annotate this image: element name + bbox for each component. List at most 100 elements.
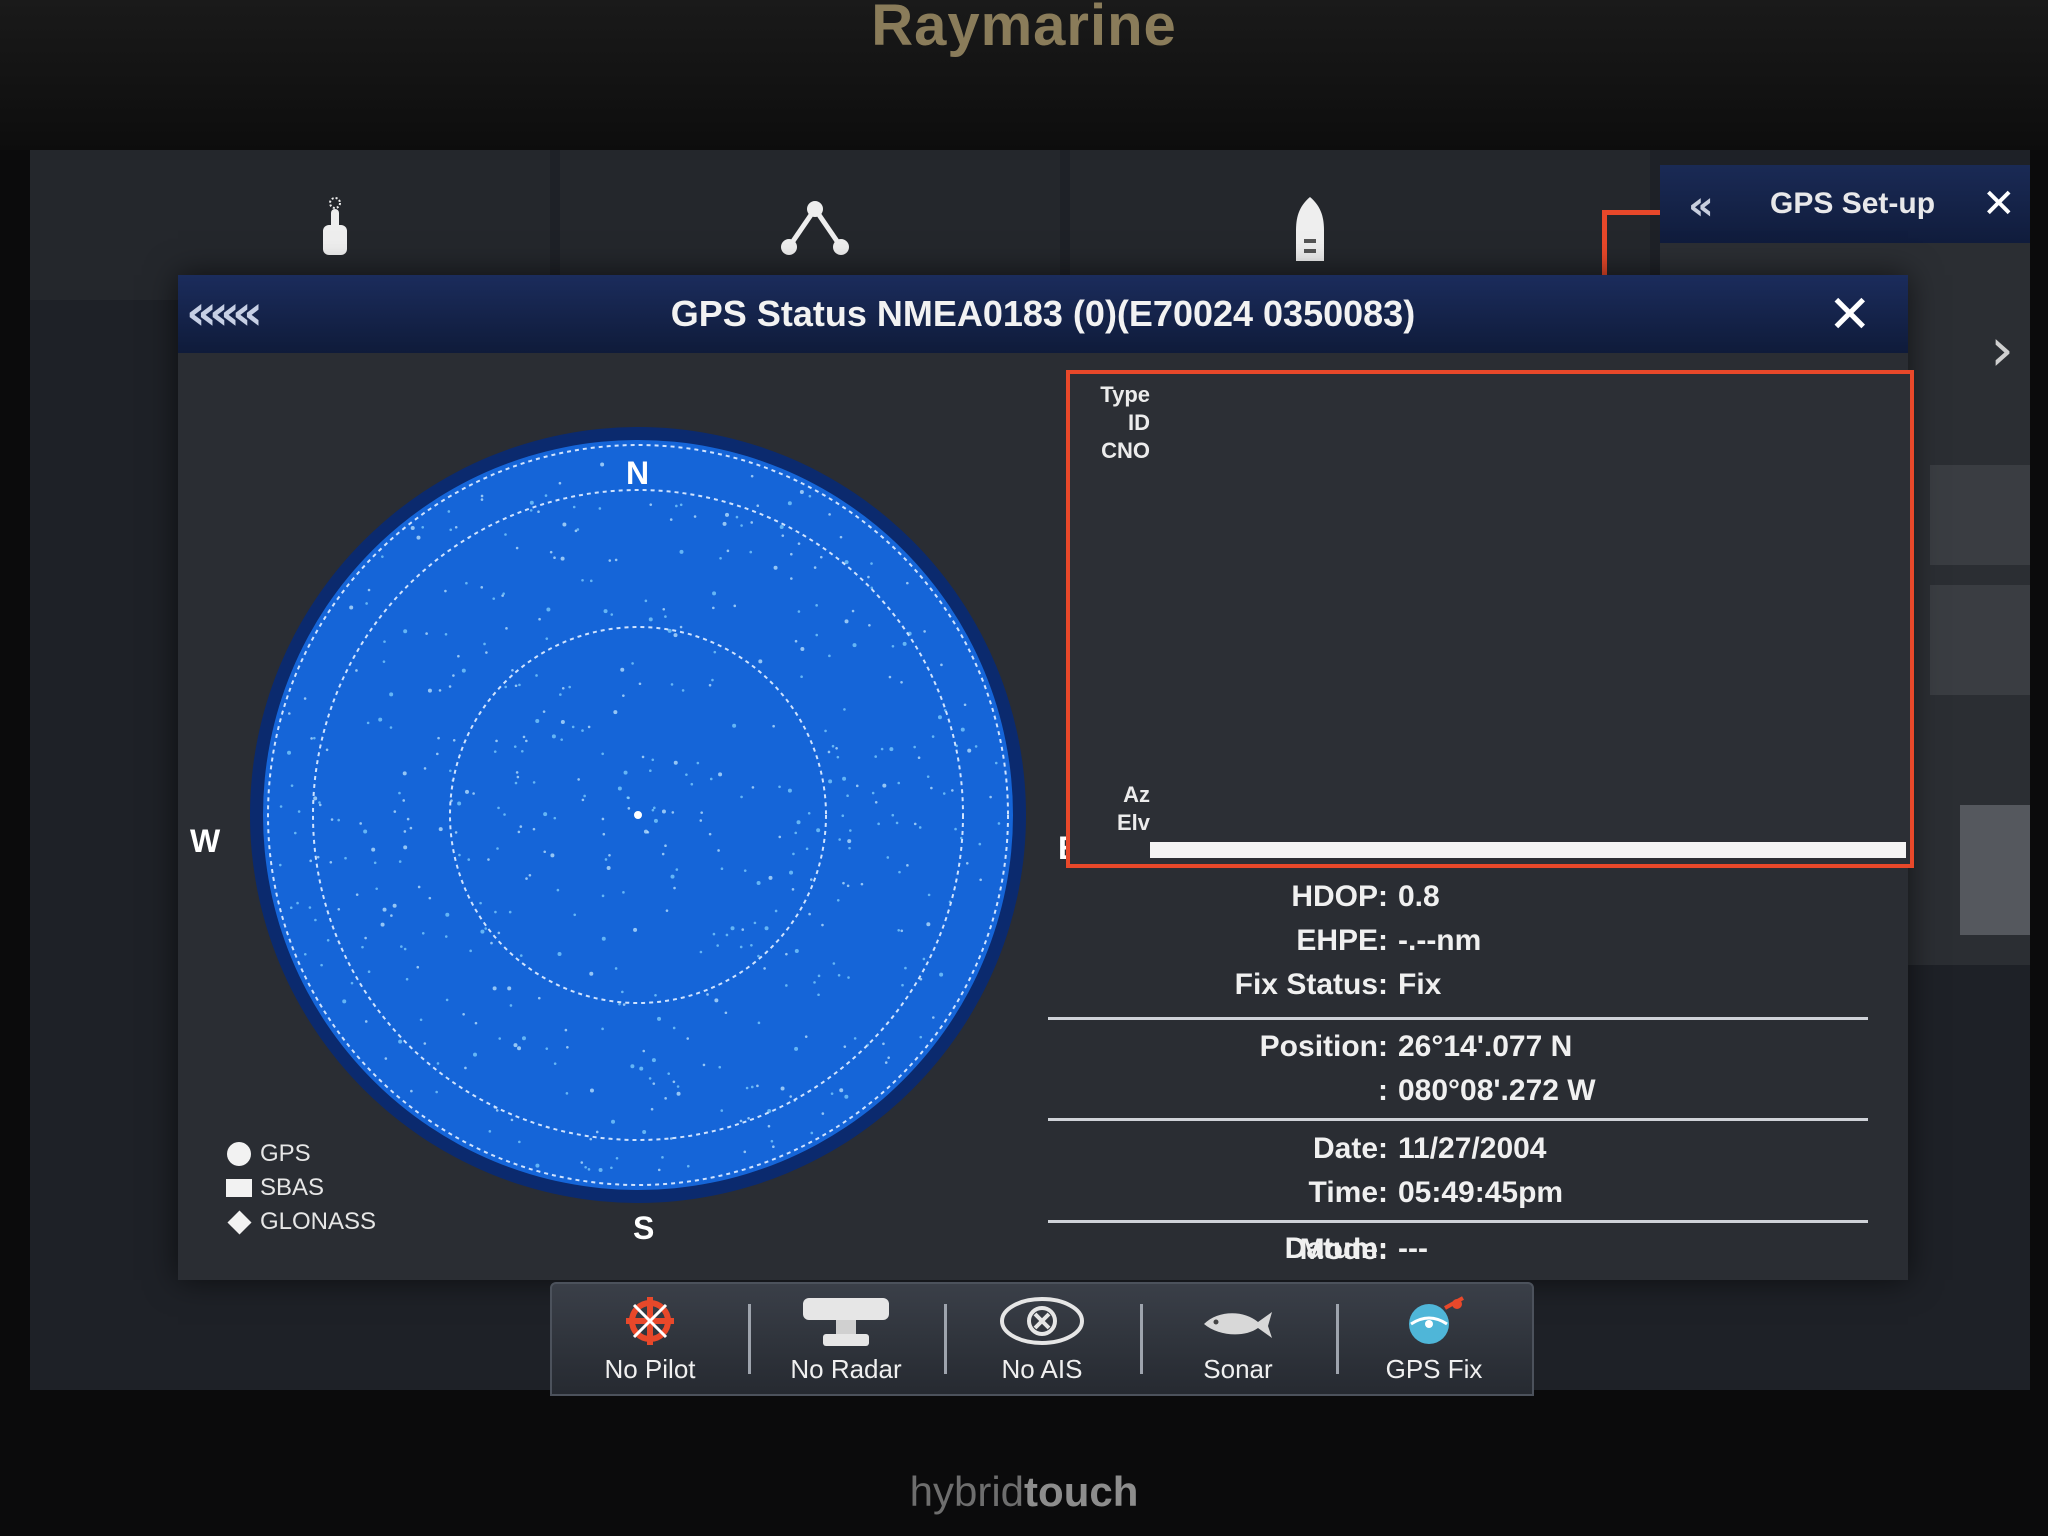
- back-chevrons-icon[interactable]: «: [1688, 183, 1714, 229]
- noise-dot: [490, 941, 493, 945]
- noise-dot: [313, 736, 316, 740]
- noise-dot: [589, 971, 594, 976]
- noise-dot: [462, 1012, 465, 1016]
- noise-dot: [511, 668, 514, 672]
- noise-dot: [824, 729, 827, 733]
- noise-dot: [699, 950, 703, 954]
- noise-dot: [794, 1046, 799, 1051]
- signal-strength-chart[interactable]: Type ID CNO Az Elv: [1066, 370, 1914, 868]
- noise-dot: [797, 542, 801, 545]
- noise-dot: [718, 1065, 722, 1069]
- route-icon[interactable]: [775, 195, 855, 265]
- no-ais-button[interactable]: No AIS: [944, 1284, 1140, 1394]
- noise-dot: [638, 682, 642, 686]
- noise-dot: [874, 801, 878, 804]
- noise-dot: [562, 522, 567, 527]
- noise-dot: [686, 1164, 690, 1168]
- noise-dot: [342, 999, 347, 1004]
- noise-dot: [880, 747, 884, 751]
- noise-dot: [913, 822, 917, 826]
- noise-dot: [550, 853, 555, 858]
- noise-dot: [403, 830, 407, 833]
- noise-dot: [739, 945, 743, 949]
- noise-dot: [974, 745, 978, 748]
- noise-dot: [932, 1016, 935, 1019]
- noise-dot: [571, 725, 575, 729]
- noise-dot: [651, 808, 655, 812]
- gps-fix-button[interactable]: GPS Fix: [1336, 1284, 1532, 1394]
- noise-dot: [279, 805, 283, 808]
- noise-dot: [838, 838, 841, 841]
- noise-dot: [841, 814, 845, 818]
- noise-dot: [657, 1168, 661, 1172]
- noise-dot: [423, 1042, 427, 1045]
- noise-dot: [749, 550, 753, 554]
- no-pilot-button[interactable]: No Pilot: [552, 1284, 748, 1394]
- noise-dot: [380, 922, 385, 927]
- noise-dot: [497, 806, 500, 810]
- noise-dot: [398, 1039, 403, 1044]
- noise-dot: [643, 829, 648, 834]
- noise-dot: [514, 684, 518, 688]
- noise-dot: [706, 993, 709, 996]
- noise-dot: [843, 1045, 847, 1048]
- noise-dot: [735, 515, 739, 519]
- noise-dot: [452, 738, 456, 742]
- dialog-title: GPS Status NMEA0183 (0)(E70024 0350083): [670, 293, 1416, 334]
- noise-dot: [487, 858, 490, 861]
- noise-dot: [378, 717, 383, 722]
- noise-dot: [817, 974, 821, 978]
- noise-dot: [696, 761, 700, 765]
- touch-icon[interactable]: [305, 195, 365, 265]
- noise-dot: [355, 893, 359, 896]
- noise-dot: [518, 1140, 521, 1144]
- close-icon[interactable]: ✕: [1828, 285, 1872, 345]
- noise-dot: [642, 1049, 646, 1053]
- noise-dot: [756, 504, 760, 508]
- noise-dot: [821, 923, 824, 927]
- noise-dot: [384, 1057, 388, 1060]
- noise-dot: [608, 853, 611, 857]
- noise-dot: [457, 801, 462, 806]
- sonar-button[interactable]: Sonar: [1140, 1284, 1336, 1394]
- noise-dot: [421, 526, 425, 529]
- no-radar-button[interactable]: No Radar: [748, 1284, 944, 1394]
- noise-dot: [756, 880, 761, 885]
- noise-dot: [390, 914, 393, 917]
- noise-dot: [770, 1139, 774, 1143]
- noise-dot: [587, 725, 591, 729]
- noise-dot: [303, 697, 307, 700]
- noise-dot: [389, 726, 393, 729]
- close-icon[interactable]: ✕: [1982, 181, 2016, 227]
- noise-dot: [538, 617, 541, 621]
- noise-dot: [425, 632, 428, 635]
- noise-dot: [650, 1107, 654, 1111]
- chevron-right-icon[interactable]: ›: [1990, 315, 2014, 385]
- noise-dot: [495, 1109, 499, 1112]
- noise-dot: [724, 1011, 728, 1015]
- noise-dot: [851, 609, 855, 613]
- noise-dot: [767, 1124, 771, 1128]
- noise-dot: [600, 462, 605, 467]
- noise-dot: [398, 791, 401, 795]
- noise-dot: [732, 723, 737, 728]
- noise-dot: [581, 729, 584, 732]
- noise-dot: [409, 826, 413, 830]
- noise-dot: [349, 605, 354, 610]
- noise-dot: [839, 535, 843, 539]
- noise-dot: [750, 474, 754, 478]
- noise-dot: [725, 512, 730, 517]
- noise-dot: [836, 755, 840, 759]
- noise-dot: [871, 791, 875, 795]
- noise-dot: [457, 654, 460, 658]
- noise-dot: [558, 481, 562, 485]
- fish-icon: [1204, 1312, 1272, 1338]
- position-lon-label: :: [1378, 1074, 1388, 1107]
- diamond-icon: [226, 1209, 252, 1235]
- position-lon-row: : 080°08'.272 W: [1048, 1074, 1908, 1114]
- noise-dot: [648, 1077, 652, 1080]
- noise-dot: [564, 1028, 568, 1032]
- noise-dot: [367, 588, 371, 592]
- noise-dot: [679, 549, 684, 554]
- boat-icon[interactable]: [1280, 195, 1340, 265]
